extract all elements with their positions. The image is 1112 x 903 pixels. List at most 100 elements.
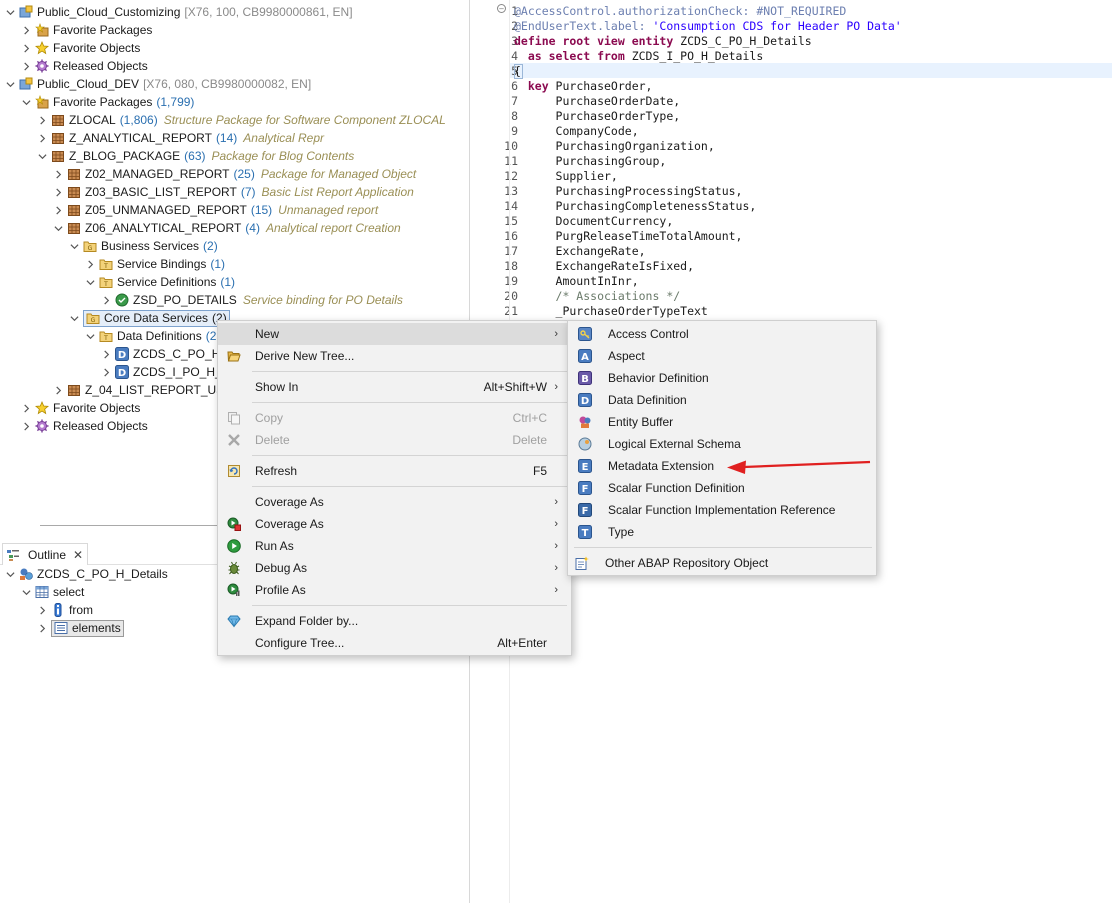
chevron-down-icon[interactable] [36, 147, 48, 165]
chevron-down-icon[interactable] [52, 219, 64, 237]
tree-row-project-customizing[interactable]: Public_Cloud_Customizing [X76, 100, CB99… [4, 3, 353, 21]
menu-item-profile-as[interactable]: Profile As › [218, 579, 571, 601]
code-line[interactable]: key PurchaseOrder, [514, 79, 653, 94]
tree-row-package-z02[interactable]: Z02_MANAGED_REPORT (25) Package for Mana… [52, 165, 416, 183]
menu-item-new[interactable]: New › [218, 323, 571, 345]
chevron-right-icon[interactable] [20, 417, 32, 435]
chevron-down-icon[interactable] [84, 273, 96, 291]
tree-row-favorite-objects[interactable]: Favorite Objects [20, 39, 140, 57]
menu-item-copy[interactable]: Copy Ctrl+C [218, 407, 571, 429]
tree-row-package-zlocal[interactable]: ZLOCAL (1,806) Structure Package for Sof… [36, 111, 446, 129]
tree-row-zsd-po-details[interactable]: ZSD_PO_DETAILS Service binding for PO De… [100, 291, 403, 309]
chevron-right-icon[interactable] [52, 381, 64, 399]
code-line[interactable]: Supplier, [514, 169, 618, 184]
chevron-down-icon[interactable] [68, 309, 80, 327]
menu-item-delete[interactable]: Delete Delete [218, 429, 571, 451]
code-line[interactable]: PurchasingOrganization, [514, 139, 715, 154]
chevron-down-icon[interactable] [84, 327, 96, 345]
tree-row-package-z-blog-package[interactable]: Z_BLOG_PACKAGE (63) Package for Blog Con… [36, 147, 354, 165]
chevron-right-icon[interactable] [52, 165, 64, 183]
submenu-item-type[interactable]: T Type [568, 521, 876, 543]
tree-row-service-definitions[interactable]: T Service Definitions (1) [84, 273, 235, 291]
tree-row-package-z-analytical-report[interactable]: Z_ANALYTICAL_REPORT (14) Analytical Repr [36, 129, 324, 147]
menu-item-refresh[interactable]: Refresh F5 [218, 460, 571, 482]
tree-row-package-z05[interactable]: Z05_UNMANAGED_REPORT (15) Unmanaged repo… [52, 201, 378, 219]
chevron-right-icon[interactable] [100, 345, 112, 363]
chevron-right-icon[interactable] [84, 255, 96, 273]
chevron-down-icon[interactable] [4, 75, 16, 93]
tree-row-service-bindings[interactable]: T Service Bindings (1) [84, 255, 225, 273]
code-comment[interactable]: /* Associations */ [514, 289, 681, 304]
chevron-right-icon[interactable] [20, 39, 32, 57]
code-line[interactable]: { [514, 64, 523, 79]
outline-row-elements[interactable]: elements [36, 619, 124, 637]
tree-row-favorite-packages[interactable]: Favorite Packages [20, 21, 152, 39]
menu-item-run-as[interactable]: Run As › [218, 535, 571, 557]
tree-row-zcds-i-po-h[interactable]: D ZCDS_I_PO_H_D [100, 363, 230, 381]
code-line[interactable]: PurchasingGroup, [514, 154, 667, 169]
chevron-right-icon[interactable] [52, 183, 64, 201]
menu-item-derive-new-tree[interactable]: Derive New Tree... [218, 345, 571, 367]
code-line[interactable]: CompanyCode, [514, 124, 639, 139]
chevron-down-icon[interactable] [4, 565, 16, 583]
code-line[interactable]: ExchangeRate, [514, 244, 646, 259]
submenu-item-access-control[interactable]: Access Control [568, 323, 876, 345]
chevron-right-icon[interactable] [36, 129, 48, 147]
tree-row-package-z06[interactable]: Z06_ANALYTICAL_REPORT (4) Analytical rep… [52, 219, 401, 237]
menu-item-coverage-as-1[interactable]: Coverage As › [218, 491, 571, 513]
menu-item-expand-folder-by[interactable]: Expand Folder by... [218, 610, 571, 632]
code-line[interactable]: PurchasingProcessingStatus, [514, 184, 743, 199]
code-line[interactable]: AmountInInr, [514, 274, 639, 289]
selected-node[interactable]: elements [51, 619, 124, 637]
chevron-down-icon[interactable] [68, 237, 80, 255]
tree-row-core-data-services[interactable]: G Core Data Services (2) [68, 309, 230, 327]
tree-row-project-dev[interactable]: Public_Cloud_DEV [X76, 080, CB9980000082… [4, 75, 311, 93]
code-line[interactable]: @EndUserText.label: 'Consumption CDS for… [514, 19, 902, 34]
code-line[interactable]: _PurchaseOrderTypeText [514, 304, 708, 319]
chevron-right-icon[interactable] [36, 601, 48, 619]
submenu-item-data-definition[interactable]: D Data Definition [568, 389, 876, 411]
submenu-item-other-abap-repository-object[interactable]: Other ABAP Repository Object [568, 552, 876, 574]
chevron-right-icon[interactable] [100, 363, 112, 381]
chevron-right-icon[interactable] [36, 111, 48, 129]
tab-outline[interactable]: Outline ✕ [2, 543, 88, 565]
code-line[interactable]: DocumentCurrency, [514, 214, 674, 229]
code-line[interactable]: PurchasingCompletenessStatus, [514, 199, 757, 214]
code-line[interactable]: PurchaseOrderDate, [514, 94, 681, 109]
code-line[interactable]: @AccessControl.authorizationCheck: #NOT_… [514, 4, 846, 19]
chevron-down-icon[interactable] [20, 93, 32, 111]
tree-row-package-z03[interactable]: Z03_BASIC_LIST_REPORT (7) Basic List Rep… [52, 183, 414, 201]
chevron-right-icon[interactable] [20, 57, 32, 75]
submenu-item-scalar-function-impl-ref[interactable]: F Scalar Function Implementation Referen… [568, 499, 876, 521]
menu-item-show-in[interactable]: Show In Alt+Shift+W › [218, 376, 571, 398]
code-line[interactable]: ExchangeRateIsFixed, [514, 259, 694, 274]
selected-node[interactable]: G Core Data Services (2) [83, 309, 230, 327]
menu-item-configure-tree[interactable]: Configure Tree... Alt+Enter [218, 632, 571, 654]
close-icon[interactable]: ✕ [73, 548, 83, 562]
outline-row-select[interactable]: select [20, 583, 84, 601]
chevron-right-icon[interactable] [100, 291, 112, 309]
code-line[interactable]: PurgReleaseTimeTotalAmount, [514, 229, 743, 244]
chevron-down-icon[interactable] [4, 3, 16, 21]
code-line[interactable]: as select from ZCDS_I_PO_H_Details [514, 49, 763, 64]
submenu-item-aspect[interactable]: A Aspect [568, 345, 876, 367]
tree-row-business-services[interactable]: G Business Services (2) [68, 237, 218, 255]
chevron-right-icon[interactable] [20, 21, 32, 39]
chevron-right-icon[interactable] [36, 619, 48, 637]
outline-row-view-entity[interactable]: ZCDS_C_PO_H_Details [4, 565, 168, 583]
tree-row-favorite-packages-dev[interactable]: Favorite Packages (1,799) [20, 93, 194, 111]
submenu-item-logical-external-schema[interactable]: Logical External Schema [568, 433, 876, 455]
tree-row-released-objects[interactable]: Released Objects [20, 57, 148, 75]
chevron-right-icon[interactable] [52, 201, 64, 219]
chevron-down-icon[interactable] [20, 583, 32, 601]
code-line[interactable]: define root view entity ZCDS_C_PO_H_Deta… [514, 34, 812, 49]
tree-row-favorite-objects-dev[interactable]: Favorite Objects [20, 399, 140, 417]
chevron-right-icon[interactable] [20, 399, 32, 417]
submenu-item-scalar-function-definition[interactable]: F Scalar Function Definition [568, 477, 876, 499]
menu-item-coverage-as-2[interactable]: Coverage As › [218, 513, 571, 535]
submenu-item-entity-buffer[interactable]: Entity Buffer [568, 411, 876, 433]
tree-row-released-objects-dev[interactable]: Released Objects [20, 417, 148, 435]
outline-row-from[interactable]: from [36, 601, 93, 619]
menu-item-debug-as[interactable]: Debug As › [218, 557, 571, 579]
tree-row-package-z04[interactable]: Z_04_LIST_REPORT_USIN [52, 381, 236, 399]
